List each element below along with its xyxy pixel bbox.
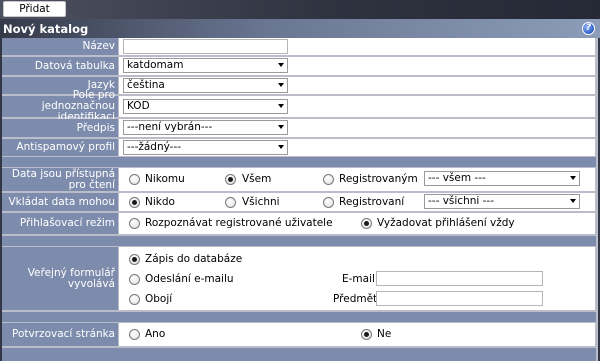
datova-tabulka-value: katdomam [127, 59, 184, 71]
predpis-select[interactable]: ---není vybrán--- [123, 120, 288, 135]
read-access-label: Data jsou přístupná pro čtení [2, 168, 118, 191]
read-option-registrovanym-radio[interactable] [323, 174, 334, 185]
antispam-value: ---žádný--- [127, 141, 182, 153]
nazev-label: Název [2, 38, 118, 55]
chevron-down-icon [278, 104, 284, 108]
confirm-option-ano-radio[interactable] [129, 329, 140, 340]
login-option-require-radio[interactable] [361, 218, 372, 229]
email-field-label: E-mail [342, 273, 375, 285]
insert-option-nikdo-radio[interactable] [129, 197, 140, 208]
nazev-input[interactable] [123, 39, 288, 54]
public-form-label: Veřejný formulář vyvolává [2, 247, 118, 310]
add-button[interactable]: Přidat [3, 1, 66, 17]
help-icon[interactable]: ? [582, 22, 595, 35]
pole-id-label: Pole pro jednoznačnou identifikaci [2, 90, 118, 123]
section-separator [2, 157, 596, 167]
login-mode-label: Přihlašovací režim [2, 213, 118, 234]
chevron-down-icon [570, 176, 576, 180]
email-field[interactable] [376, 271, 543, 286]
subject-field-label: Předmět [333, 293, 378, 305]
chevron-down-icon [278, 125, 284, 129]
login-option-recognize-radio[interactable] [129, 218, 140, 229]
login-mode-cell: Rozpoznávat registrované uživatele Vyžad… [119, 213, 595, 234]
datova-tabulka-select[interactable]: katdomam [123, 58, 288, 73]
jazyk-cell: čeština [119, 77, 595, 94]
read-option-registrovanym-label: Registrovaným [339, 173, 418, 185]
pole-id-cell: KOD [119, 96, 595, 117]
pole-id-value: KOD [127, 100, 150, 112]
read-access-cell: Nikomu Všem Registrovaným --- všem --- [119, 168, 595, 191]
read-group-value: --- všem --- [428, 172, 486, 184]
antispam-select[interactable]: ---žádný--- [123, 140, 288, 155]
nazev-cell [119, 38, 595, 55]
confirm-option-ano-label: Ano [145, 328, 166, 340]
public-form-email-radio[interactable] [129, 274, 140, 285]
read-option-vsem-label: Všem [242, 173, 272, 185]
public-form-oboji-radio[interactable] [129, 294, 140, 305]
insert-group-select[interactable]: --- všichni --- [424, 194, 580, 209]
login-option-require-label: Vyžadovat přihlášení vždy [377, 217, 515, 229]
public-form-oboji-label: Obojí [145, 293, 173, 305]
predpis-cell: ---není vybrán--- [119, 119, 595, 137]
insert-access-cell: Nikdo Všichni Registrovaní --- všichni -… [119, 193, 595, 211]
antispam-cell: ---žádný--- [119, 139, 595, 156]
read-option-nikomu-radio[interactable] [129, 174, 140, 185]
public-form-zapis-label: Zápis do databáze [145, 253, 243, 265]
datova-tabulka-cell: katdomam [119, 57, 595, 75]
insert-option-vsichni-label: Všichni [242, 196, 280, 208]
confirm-page-cell: Ano Ne [119, 323, 595, 346]
read-group-select[interactable]: --- všem --- [424, 171, 580, 186]
subject-field[interactable] [376, 291, 543, 306]
read-option-nikomu-label: Nikomu [145, 173, 185, 185]
insert-access-label: Vkládat data mohou [2, 193, 118, 211]
title-bar: Nový katalog ? [0, 19, 600, 38]
insert-option-nikdo-label: Nikdo [145, 196, 175, 208]
predpis-value: ---není vybrán--- [127, 121, 213, 133]
confirm-page-label: Potvrzovací stránka [2, 323, 118, 346]
pole-id-select[interactable]: KOD [123, 99, 288, 114]
login-option-recognize-label: Rozpoznávat registrované uživatele [145, 217, 333, 229]
section-separator [2, 236, 596, 246]
public-form-email-option-label: Odeslání e-mailu [145, 273, 234, 285]
insert-option-registrovani-radio[interactable] [323, 197, 334, 208]
predpis-label: Předpis [2, 119, 118, 137]
jazyk-value: čeština [127, 79, 165, 91]
top-toolbar: Přidat [0, 0, 600, 19]
chevron-down-icon [278, 145, 284, 149]
chevron-down-icon [278, 63, 284, 67]
section-separator [2, 348, 596, 361]
insert-option-vsichni-radio[interactable] [225, 197, 236, 208]
insert-option-registrovani-label: Registrovaní [339, 196, 405, 208]
public-form-zapis-radio[interactable] [129, 254, 140, 265]
confirm-option-ne-label: Ne [377, 328, 392, 340]
read-option-vsem-radio[interactable] [225, 174, 236, 185]
antispam-label: Antispamový profil [2, 139, 118, 156]
insert-group-value: --- všichni --- [428, 195, 495, 207]
chevron-down-icon [278, 83, 284, 87]
chevron-down-icon [570, 199, 576, 203]
confirm-option-ne-radio[interactable] [361, 329, 372, 340]
jazyk-select[interactable]: čeština [123, 78, 288, 93]
public-form-cell: Zápis do databáze Odeslání e-mailu E-mai… [119, 247, 595, 310]
section-separator [2, 312, 596, 322]
page-title: Nový katalog [3, 22, 89, 36]
datova-tabulka-label: Datová tabulka [2, 57, 118, 75]
